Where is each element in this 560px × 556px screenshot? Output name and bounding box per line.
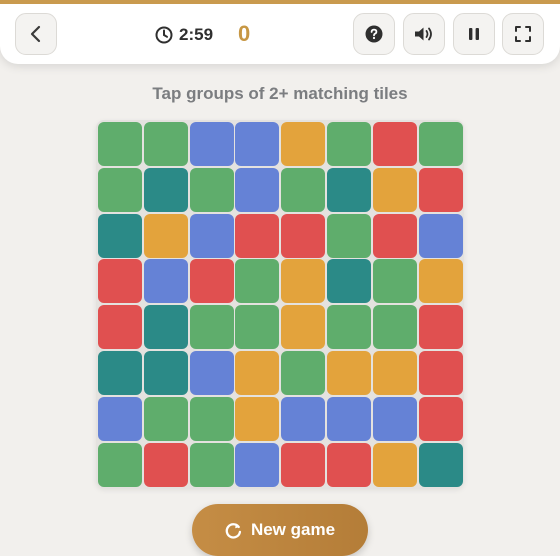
tile-teal[interactable] bbox=[98, 350, 142, 395]
tile-blue[interactable] bbox=[189, 213, 234, 258]
tile-green[interactable] bbox=[326, 213, 371, 258]
tile-orange[interactable] bbox=[372, 442, 417, 487]
tile-red[interactable] bbox=[235, 213, 280, 258]
tile-red[interactable] bbox=[326, 442, 371, 487]
pause-icon bbox=[469, 28, 479, 40]
sound-button[interactable] bbox=[403, 13, 445, 55]
tile-red[interactable] bbox=[281, 213, 326, 258]
tile-green[interactable] bbox=[143, 396, 188, 441]
tile-orange[interactable] bbox=[281, 122, 326, 166]
tile-green[interactable] bbox=[98, 122, 142, 166]
tile-orange[interactable] bbox=[235, 396, 280, 441]
tile-green[interactable] bbox=[326, 122, 371, 166]
tile-red[interactable] bbox=[418, 305, 463, 350]
tile-red[interactable] bbox=[143, 442, 188, 487]
back-button[interactable] bbox=[15, 13, 57, 55]
tile-blue[interactable] bbox=[143, 259, 188, 304]
tile-green[interactable] bbox=[418, 122, 463, 166]
tile-red[interactable] bbox=[418, 350, 463, 395]
tile-blue[interactable] bbox=[372, 396, 417, 441]
tile-red[interactable] bbox=[189, 259, 234, 304]
new-game-label: New game bbox=[250, 520, 336, 539]
tile-orange[interactable] bbox=[372, 167, 417, 212]
timer-value: 2:59 bbox=[179, 25, 214, 44]
tile-red[interactable] bbox=[281, 442, 326, 487]
tile-green[interactable] bbox=[189, 167, 234, 212]
tile-blue[interactable] bbox=[98, 396, 142, 441]
tile-green[interactable] bbox=[372, 259, 417, 304]
score-value: 0 bbox=[238, 21, 251, 46]
tile-green[interactable] bbox=[326, 305, 371, 350]
tile-green[interactable] bbox=[372, 305, 417, 350]
instructions-text: Tap groups of 2+ matching tiles bbox=[152, 84, 408, 103]
tile-red[interactable] bbox=[372, 122, 417, 166]
chevron-left-icon bbox=[30, 25, 41, 43]
new-game-button[interactable]: New game bbox=[192, 504, 368, 556]
tile-orange[interactable] bbox=[326, 350, 371, 395]
tile-red[interactable] bbox=[98, 305, 142, 350]
tile-red[interactable] bbox=[372, 213, 417, 258]
timer: 2:59 bbox=[155, 24, 213, 46]
tile-green[interactable] bbox=[189, 396, 234, 441]
tile-orange[interactable] bbox=[281, 305, 326, 350]
tile-orange[interactable] bbox=[281, 259, 326, 304]
clock-icon bbox=[155, 26, 173, 44]
tile-orange[interactable] bbox=[372, 350, 417, 395]
tile-orange[interactable] bbox=[235, 350, 280, 395]
tile-teal[interactable] bbox=[98, 213, 142, 258]
tile-teal[interactable] bbox=[143, 350, 188, 395]
tile-teal[interactable] bbox=[326, 259, 371, 304]
question-circle-icon bbox=[365, 25, 383, 43]
pause-button[interactable] bbox=[453, 13, 495, 55]
tile-orange[interactable] bbox=[418, 259, 463, 304]
tile-green[interactable] bbox=[281, 350, 326, 395]
tile-red[interactable] bbox=[418, 396, 463, 441]
tile-green[interactable] bbox=[98, 167, 142, 212]
top-bar: 2:59 0 bbox=[0, 0, 560, 64]
tile-green[interactable] bbox=[281, 167, 326, 212]
tile-green[interactable] bbox=[98, 442, 142, 487]
help-button[interactable] bbox=[353, 13, 395, 55]
tile-red[interactable] bbox=[418, 167, 463, 212]
tile-green[interactable] bbox=[143, 122, 188, 166]
tile-teal[interactable] bbox=[143, 167, 188, 212]
tile-green[interactable] bbox=[235, 259, 280, 304]
tile-red[interactable] bbox=[98, 259, 142, 304]
tile-teal[interactable] bbox=[326, 167, 371, 212]
tile-blue[interactable] bbox=[281, 396, 326, 441]
tile-blue[interactable] bbox=[326, 396, 371, 441]
tile-blue[interactable] bbox=[189, 350, 234, 395]
tile-blue[interactable] bbox=[235, 167, 280, 212]
tile-blue[interactable] bbox=[235, 442, 280, 487]
tile-blue[interactable] bbox=[418, 213, 463, 258]
game-board bbox=[96, 120, 464, 488]
tile-green[interactable] bbox=[189, 442, 234, 487]
tile-teal[interactable] bbox=[418, 442, 463, 487]
fullscreen-icon bbox=[515, 26, 531, 42]
fullscreen-button[interactable] bbox=[502, 13, 544, 55]
tile-green[interactable] bbox=[189, 305, 234, 350]
speaker-on-icon bbox=[415, 27, 432, 41]
tile-blue[interactable] bbox=[235, 122, 280, 166]
tile-green[interactable] bbox=[235, 305, 280, 350]
restart-icon bbox=[225, 522, 242, 539]
tile-teal[interactable] bbox=[143, 305, 188, 350]
tile-orange[interactable] bbox=[143, 213, 188, 258]
tile-blue[interactable] bbox=[189, 122, 234, 166]
